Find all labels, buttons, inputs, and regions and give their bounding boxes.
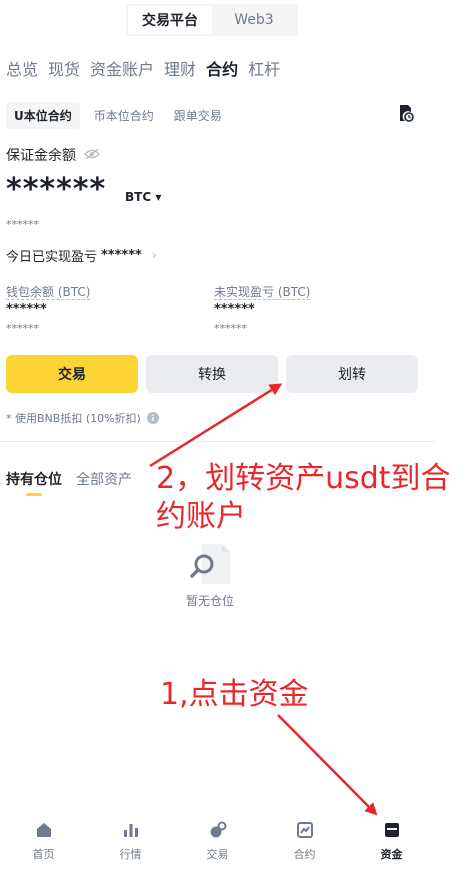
home-icon bbox=[36, 823, 51, 837]
info-icon[interactable] bbox=[146, 412, 159, 424]
tab-funding[interactable]: 资金账户 bbox=[90, 56, 154, 80]
platform-switch: 交易平台 Web3 bbox=[126, 4, 298, 36]
tab-spot[interactable]: 现货 bbox=[48, 56, 80, 80]
futures-icon bbox=[296, 822, 313, 838]
unrealized-pnl-value: ****** bbox=[214, 302, 255, 317]
position-tabs: 持有仓位 全部资产 bbox=[6, 469, 132, 496]
bnb-discount-note: * 使用BNB抵扣 (10%折扣) bbox=[6, 410, 159, 426]
tab-exchange-platform[interactable]: 交易平台 bbox=[128, 6, 212, 34]
annotation-arrows bbox=[149, 383, 378, 816]
tab-usdm-futures[interactable]: U本位合约 bbox=[6, 102, 80, 129]
tab-margin[interactable]: 杠杆 bbox=[248, 56, 280, 80]
nav-home-label: 首页 bbox=[32, 848, 55, 861]
bottom-nav: 首页 行情 交易 合约 资金 bbox=[0, 812, 435, 874]
margin-balance-fiat: ****** bbox=[6, 218, 39, 231]
wallet-balance-fiat: ****** bbox=[6, 322, 39, 335]
tab-all-assets[interactable]: 全部资产 bbox=[76, 469, 132, 489]
realized-pnl-value: ****** bbox=[101, 248, 142, 263]
nav-futures[interactable]: 合约 bbox=[261, 812, 348, 874]
unrealized-pnl-fiat: ****** bbox=[214, 322, 247, 335]
nav-funds-label: 资金 bbox=[380, 848, 403, 861]
nav-markets-label: 行情 bbox=[119, 848, 142, 861]
section-divider bbox=[0, 441, 435, 442]
futures-sub-tabs: U本位合约 币本位合约 跟单交易 bbox=[6, 102, 228, 129]
nav-trade-label: 交易 bbox=[206, 848, 229, 861]
nav-markets[interactable]: 行情 bbox=[87, 812, 174, 874]
chevron-right-icon: › bbox=[151, 248, 158, 263]
unit-selector[interactable]: BTC ▾ bbox=[125, 190, 161, 204]
tab-web3[interactable]: Web3 bbox=[212, 6, 296, 34]
nav-futures-label: 合约 bbox=[293, 848, 316, 861]
realized-pnl-row[interactable]: 今日已实现盈亏 ****** › bbox=[6, 246, 157, 265]
bnb-note-text: * 使用BNB抵扣 (10%折扣) bbox=[6, 412, 141, 425]
tab-earn[interactable]: 理财 bbox=[164, 56, 196, 80]
eye-hidden-icon[interactable] bbox=[84, 147, 100, 161]
wallet-icon bbox=[384, 823, 399, 837]
tab-coinm-futures[interactable]: 币本位合约 bbox=[88, 102, 160, 129]
nav-funds[interactable]: 资金 bbox=[348, 812, 435, 874]
tab-overview[interactable]: 总览 bbox=[6, 56, 38, 80]
trade-button[interactable]: 交易 bbox=[6, 355, 138, 393]
empty-state-text: 暂无仓位 bbox=[186, 594, 235, 608]
transfer-button[interactable]: 划转 bbox=[286, 355, 418, 393]
annotation-step2: 2，划转资产usdt到合约账户 bbox=[156, 461, 451, 534]
nav-home[interactable]: 首页 bbox=[0, 812, 87, 874]
annotation-step1: 1,点击资金 bbox=[160, 677, 309, 712]
main-tabs: 总览 现货 资金账户 理财 合约 杠杆 bbox=[6, 56, 280, 80]
bar-chart-icon bbox=[123, 824, 138, 837]
arrow-to-funds bbox=[277, 714, 378, 816]
margin-balance-value: ****** bbox=[6, 172, 107, 207]
unrealized-pnl-label[interactable]: 未实现盈亏 (BTC) bbox=[214, 285, 311, 300]
wallet-balance-label[interactable]: 钱包余额 (BTC) bbox=[6, 285, 91, 300]
wallet-balance-value: ****** bbox=[6, 302, 47, 317]
tab-futures[interactable]: 合约 bbox=[206, 56, 238, 80]
margin-balance-label: 保证金余额 bbox=[6, 148, 76, 164]
arrow-to-transfer bbox=[149, 383, 283, 468]
history-icon[interactable] bbox=[398, 104, 414, 122]
tab-copy-trading[interactable]: 跟单交易 bbox=[168, 102, 228, 129]
trade-icon bbox=[210, 821, 226, 838]
realized-pnl-label: 今日已实现盈亏 bbox=[6, 250, 98, 265]
empty-search-icon bbox=[190, 544, 230, 584]
nav-trade[interactable]: 交易 bbox=[174, 812, 261, 874]
tab-open-positions[interactable]: 持有仓位 bbox=[6, 469, 62, 496]
convert-button[interactable]: 转换 bbox=[146, 355, 278, 393]
